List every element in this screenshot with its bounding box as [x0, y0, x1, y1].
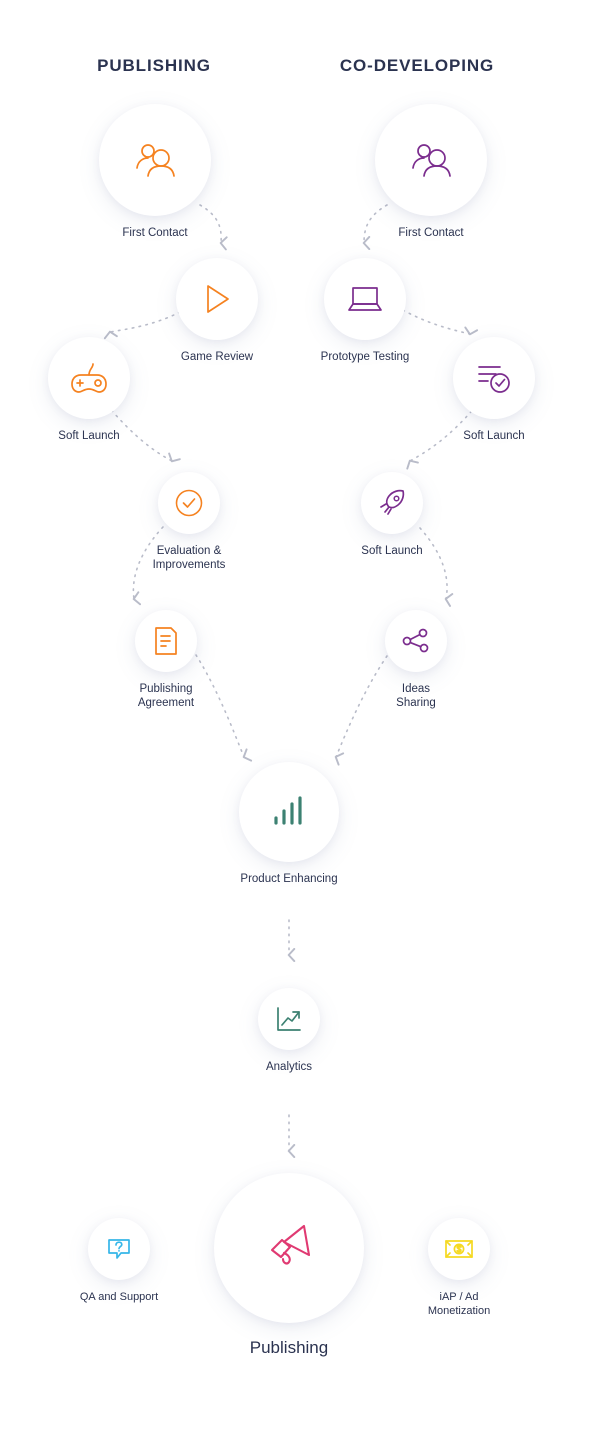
banknote-icon — [428, 1218, 490, 1280]
node-label-cod-first-contact: First Contact — [398, 227, 464, 239]
checklist-icon — [453, 337, 535, 419]
people-icon — [99, 104, 211, 216]
column-header-0: PUBLISHING — [97, 56, 211, 75]
node-label-cod-ideas-sharing: Ideas Sharing — [396, 683, 436, 709]
node-iap-monetization[interactable]: iAP / Ad Monetization — [364, 1218, 554, 1318]
node-label-publishing-hub: Publishing — [249, 1338, 329, 1357]
node-cod-first-contact[interactable]: First Contact — [336, 104, 526, 240]
node-qa-support[interactable]: QA and Support — [24, 1218, 214, 1304]
node-analytics[interactable]: Analytics — [194, 988, 384, 1074]
bar-chart-icon — [239, 762, 339, 862]
node-cod-soft-launch-list[interactable]: Soft Launch — [399, 337, 589, 443]
node-label-qa-support: QA and Support — [79, 1291, 159, 1303]
laptop-icon — [324, 258, 406, 340]
node-pub-agreement[interactable]: Publishing Agreement — [71, 610, 261, 710]
diagram-canvas: PUBLISHING CO-DEVELOPING First Contact Gam… — [0, 0, 600, 1445]
node-label-pub-soft-launch: Soft Launch — [58, 430, 120, 442]
play-icon — [176, 258, 258, 340]
node-label-product-enhancing: Product Enhancing — [240, 873, 338, 885]
node-product-enhancing[interactable]: Product Enhancing — [194, 762, 384, 886]
node-pub-first-contact[interactable]: First Contact — [60, 104, 250, 240]
trending-up-icon — [258, 988, 320, 1050]
node-publishing-hub[interactable]: Publishing — [194, 1173, 384, 1358]
node-cod-soft-launch-rocket[interactable]: Soft Launch — [297, 472, 487, 558]
node-label-iap-monetization: iAP / Ad Monetization — [427, 1291, 491, 1317]
node-label-analytics: Analytics — [265, 1061, 313, 1073]
question-bubble-icon — [88, 1218, 150, 1280]
document-icon — [135, 610, 197, 672]
megaphone-icon — [214, 1173, 364, 1323]
column-header-1: CO-DEVELOPING — [339, 56, 495, 75]
gamepad-icon — [48, 337, 130, 419]
share-icon — [385, 610, 447, 672]
node-pub-evaluation[interactable]: Evaluation & Improvements — [94, 472, 284, 572]
node-label-pub-first-contact: First Contact — [122, 227, 188, 239]
node-label-cod-soft-launch-list: Soft Launch — [463, 430, 525, 442]
node-pub-soft-launch[interactable]: Soft Launch — [0, 337, 184, 443]
node-label-cod-soft-launch-rocket: Soft Launch — [361, 545, 423, 557]
node-cod-ideas-sharing[interactable]: Ideas Sharing — [321, 610, 511, 710]
rocket-icon — [361, 472, 423, 534]
node-label-pub-agreement: Publishing Agreement — [137, 683, 195, 709]
check-circle-icon — [158, 472, 220, 534]
node-label-pub-evaluation: Evaluation & Improvements — [152, 545, 226, 571]
people-icon — [375, 104, 487, 216]
